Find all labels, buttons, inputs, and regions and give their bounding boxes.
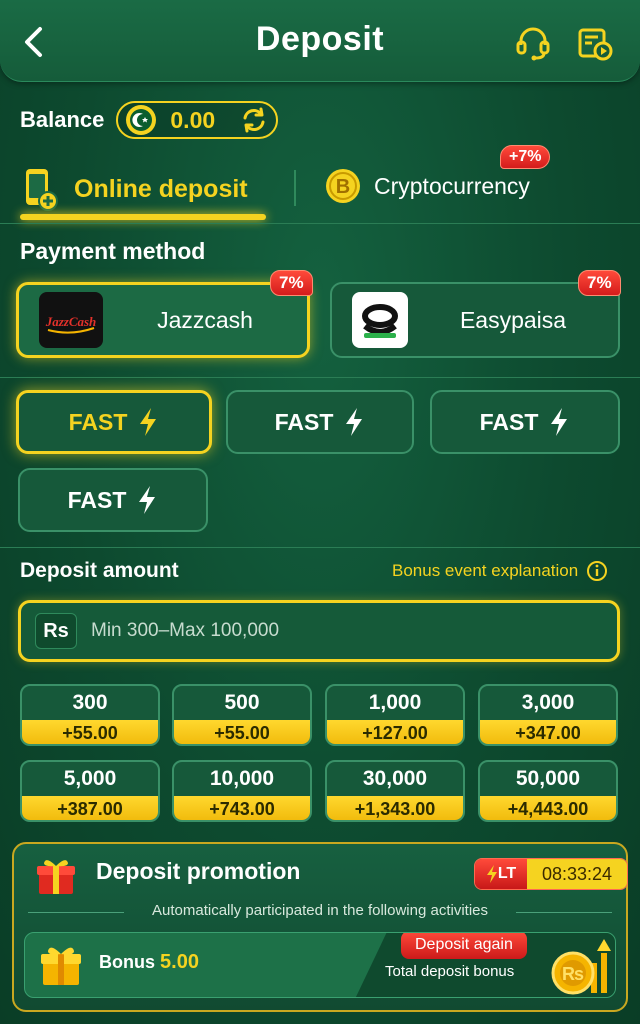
- history-icon[interactable]: [576, 24, 614, 62]
- info-icon: [587, 561, 608, 581]
- lightning-icon: [551, 408, 568, 436]
- channel-label: FAST: [68, 408, 128, 435]
- bonus-event-label: Bonus event explanation: [392, 561, 579, 580]
- method-jazzcash[interactable]: JazzCash Jazzcash: [16, 282, 310, 358]
- amount-value: 1,000: [368, 691, 422, 714]
- amount-placeholder: Min 300–Max 100,000: [91, 620, 280, 641]
- promotion-activity-card[interactable]: Bonus 5.00 Deposit again Total deposit b…: [24, 932, 616, 998]
- easypaisa-bonus-badge: 7%: [578, 270, 621, 296]
- amount-bonus: +387.00: [22, 796, 158, 820]
- header-bar: Deposit: [0, 0, 640, 82]
- easypaisa-logo: [352, 292, 408, 348]
- amount-chip[interactable]: 10,000 +743.00: [172, 760, 312, 822]
- gift-icon: [37, 860, 75, 894]
- balance-label: Balance: [20, 107, 105, 132]
- method-easypaisa[interactable]: Easypaisa: [330, 282, 620, 358]
- amount-bonus: +55.00: [22, 720, 158, 744]
- amount-chip[interactable]: 5,000 +387.00: [20, 760, 160, 822]
- crypto-bonus-badge: +7%: [500, 145, 551, 169]
- timer-tag: LT: [475, 859, 527, 889]
- channel-label: FAST: [67, 486, 127, 513]
- svg-text:₨: ₨: [562, 964, 584, 984]
- deposit-again-button[interactable]: Deposit again: [401, 933, 527, 959]
- svg-text:JazzCash: JazzCash: [45, 314, 97, 329]
- activity-bonus-value: 5.00: [160, 951, 199, 973]
- tab-divider: [294, 170, 296, 206]
- tab-online-deposit-label: Online deposit: [74, 174, 248, 203]
- activity-description: Total deposit bonus: [385, 963, 515, 980]
- amount-chip[interactable]: 500 +55.00: [172, 684, 312, 746]
- amount-value: 10,000: [209, 767, 275, 790]
- svg-text:B: B: [336, 176, 350, 198]
- method-jazzcash-label: Jazzcash: [157, 306, 253, 333]
- amount-value: 50,000: [515, 767, 581, 790]
- amount-chip[interactable]: 30,000 +1,343.00: [325, 760, 465, 822]
- tab-cryptocurrency-label: Cryptocurrency: [374, 172, 530, 199]
- currency-tag: Rs: [35, 613, 77, 649]
- amount-input[interactable]: Rs Min 300–Max 100,000: [18, 600, 620, 662]
- amount-chip[interactable]: 300 +55.00: [20, 684, 160, 746]
- coins-icon: ₨: [551, 939, 611, 995]
- deposit-amount-title: Deposit amount: [20, 559, 179, 582]
- channel-fast-3[interactable]: FAST: [430, 390, 620, 454]
- amount-chip[interactable]: 1,000 +127.00: [325, 684, 465, 746]
- lightning-icon: [346, 408, 363, 436]
- promotion-subtitle: Automatically participated in the follow…: [152, 902, 488, 919]
- method-easypaisa-label: Easypaisa: [459, 306, 567, 333]
- amount-value: 30,000: [362, 767, 428, 790]
- channel-label: FAST: [479, 408, 539, 435]
- refresh-icon[interactable]: [240, 106, 268, 134]
- channel-label: FAST: [274, 408, 334, 435]
- amount-bonus: +55.00: [174, 720, 310, 744]
- amount-bonus: +4,443.00: [480, 796, 616, 820]
- divider: [0, 223, 640, 224]
- amount-value: 500: [224, 691, 260, 714]
- lightning-icon: [140, 408, 157, 436]
- amount-value: 300: [72, 691, 108, 714]
- headset-icon[interactable]: [514, 24, 552, 62]
- deposit-promotion-panel: Deposit promotion LT 08:33:24 Automatica…: [12, 842, 628, 1012]
- timer-value: 08:33:24: [527, 859, 627, 889]
- tab-online-deposit[interactable]: Online deposit: [20, 158, 268, 220]
- amount-bonus: +127.00: [327, 720, 463, 744]
- deposit-tabs: Online deposit B Cryptocurrency: [0, 158, 640, 222]
- gift-icon: [41, 947, 81, 985]
- amount-chip[interactable]: 50,000 +4,443.00: [478, 760, 618, 822]
- channel-fast-2[interactable]: FAST: [226, 390, 414, 454]
- jazzcash-logo: JazzCash: [39, 292, 103, 348]
- activity-bonus: Bonus 5.00: [99, 951, 199, 974]
- lightning-icon: [486, 865, 497, 883]
- channel-fast-4[interactable]: FAST: [18, 468, 208, 532]
- balance-pill: 0.00: [116, 101, 279, 139]
- amount-chip[interactable]: 3,000 +347.00: [478, 684, 618, 746]
- amount-bonus: +347.00: [480, 720, 616, 744]
- promotion-title: Deposit promotion: [96, 858, 301, 884]
- amount-value: 3,000: [521, 691, 575, 714]
- amount-bonus: +1,343.00: [327, 796, 463, 820]
- lightning-icon: [139, 486, 156, 514]
- bitcoin-icon: B: [326, 169, 360, 203]
- active-tab-indicator: [20, 214, 266, 220]
- payment-method-title: Payment method: [20, 238, 206, 264]
- jazzcash-bonus-badge: 7%: [270, 270, 313, 296]
- amount-bonus: +743.00: [174, 796, 310, 820]
- divider: [0, 547, 640, 548]
- timer-tag-label: LT: [497, 865, 517, 882]
- pakistan-flag-icon: [126, 105, 157, 135]
- divider: [0, 377, 640, 378]
- bonus-event-link[interactable]: Bonus event explanation: [392, 560, 608, 582]
- phone-deposit-icon: [26, 169, 58, 211]
- promotion-timer: LT 08:33:24: [474, 858, 628, 890]
- balance-row: Balance 0.00: [20, 100, 279, 140]
- balance-value: 0.00: [170, 106, 216, 133]
- amount-value: 5,000: [63, 767, 117, 790]
- channel-fast-1[interactable]: FAST: [16, 390, 212, 454]
- activity-bonus-label: Bonus: [99, 952, 155, 972]
